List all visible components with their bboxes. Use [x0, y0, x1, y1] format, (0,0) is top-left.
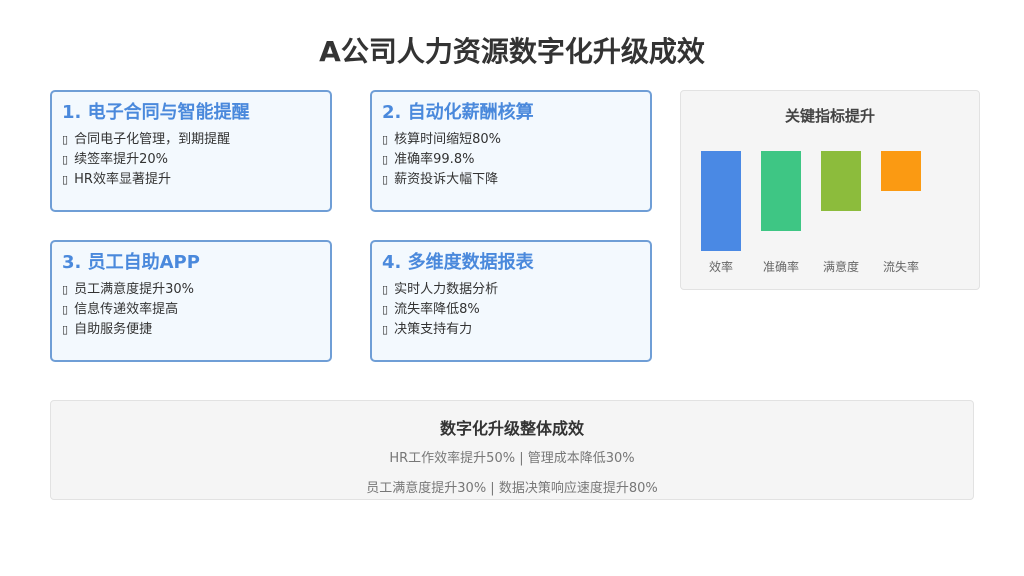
- list-item: ▯ 信息传递效率提高: [62, 300, 320, 320]
- square-bullet-icon: ▯: [62, 133, 69, 146]
- square-bullet-icon: ▯: [62, 303, 69, 316]
- list-item: ▯ 续签率提升20%: [62, 150, 320, 170]
- square-bullet-icon: ▯: [382, 283, 389, 296]
- list-item: ▯ 流失率降低8%: [382, 300, 640, 320]
- list-item: ▯ 准确率99.8%: [382, 150, 640, 170]
- key-metrics-chart: 关键指标提升 效率 准确率 满意度 流失率: [680, 90, 980, 290]
- category-label: 满意度: [823, 259, 859, 274]
- category-label: 流失率: [883, 259, 919, 274]
- bar-chart: 效率 准确率 满意度 流失率: [701, 151, 921, 274]
- bar-4: [881, 151, 921, 191]
- summary-line-1: HR工作效率提升50% | 管理成本降低30%: [389, 451, 635, 466]
- card-title: 3. 员工自助APP: [62, 252, 200, 273]
- list-item: ▯ 员工满意度提升30%: [62, 280, 320, 300]
- card-title: 1. 电子合同与智能提醒: [62, 102, 250, 123]
- square-bullet-icon: ▯: [382, 323, 389, 336]
- summary-line-2: 员工满意度提升30% | 数据决策响应速度提升80%: [366, 481, 658, 496]
- card-title: 2. 自动化薪酬核算: [382, 102, 534, 123]
- feature-card-data-reports: 4. 多维度数据报表 ▯ 实时人力数据分析 ▯ 流失率降低8% ▯ 决策支持有力: [370, 240, 652, 362]
- page-title: A公司人力资源数字化升级成效: [319, 35, 705, 68]
- list-item: ▯ 薪资投诉大幅下降: [382, 170, 640, 190]
- square-bullet-icon: ▯: [382, 173, 389, 186]
- square-bullet-icon: ▯: [382, 133, 389, 146]
- card-title: 4. 多维度数据报表: [382, 252, 534, 273]
- bar-2: [761, 151, 801, 231]
- list-item: ▯ 核算时间缩短80%: [382, 130, 640, 150]
- list-item: ▯ 实时人力数据分析: [382, 280, 640, 300]
- bar-3: [821, 151, 861, 211]
- square-bullet-icon: ▯: [62, 283, 69, 296]
- square-bullet-icon: ▯: [62, 323, 69, 336]
- square-bullet-icon: ▯: [382, 303, 389, 316]
- feature-card-contract: 1. 电子合同与智能提醒 ▯ 合同电子化管理，到期提醒 ▯ 续签率提升20% ▯…: [50, 90, 332, 212]
- category-label: 准确率: [763, 259, 799, 274]
- category-label: 效率: [709, 259, 733, 274]
- list-item: ▯ HR效率显著提升: [62, 170, 320, 190]
- square-bullet-icon: ▯: [62, 173, 69, 186]
- feature-card-payroll: 2. 自动化薪酬核算 ▯ 核算时间缩短80% ▯ 准确率99.8% ▯ 薪资投诉…: [370, 90, 652, 212]
- list-item: ▯ 合同电子化管理，到期提醒: [62, 130, 320, 150]
- square-bullet-icon: ▯: [382, 153, 389, 166]
- list-item: ▯ 自助服务便捷: [62, 320, 320, 340]
- square-bullet-icon: ▯: [62, 153, 69, 166]
- list-item: ▯ 决策支持有力: [382, 320, 640, 340]
- summary-panel: 数字化升级整体成效 HR工作效率提升50% | 管理成本降低30% 员工满意度提…: [50, 400, 974, 500]
- feature-card-self-service-app: 3. 员工自助APP ▯ 员工满意度提升30% ▯ 信息传递效率提高 ▯ 自助服…: [50, 240, 332, 362]
- summary-title: 数字化升级整体成效: [439, 419, 584, 438]
- bar-1: [701, 151, 741, 251]
